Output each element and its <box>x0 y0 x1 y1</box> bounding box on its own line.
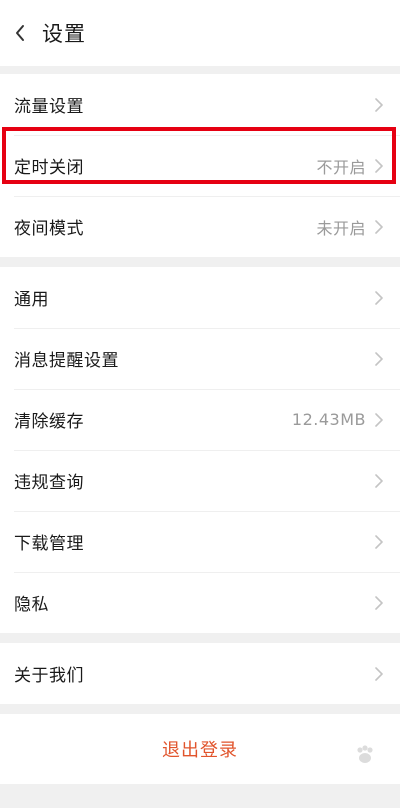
back-button[interactable] <box>0 0 40 66</box>
settings-group-2: 通用 消息提醒设置 清除缓存 12.43MB 违规查询 下载管理 隐私 <box>0 267 400 633</box>
chevron-right-icon <box>374 290 386 306</box>
row-clear-cache[interactable]: 清除缓存 12.43MB <box>0 389 400 450</box>
row-label: 违规查询 <box>14 473 84 493</box>
section-gap <box>0 66 400 74</box>
row-label: 关于我们 <box>14 666 84 686</box>
row-general[interactable]: 通用 <box>0 267 400 328</box>
top-bar: 设置 <box>0 0 400 66</box>
chevron-right-icon <box>374 351 386 367</box>
logout-section: 退出登录 <box>0 714 400 784</box>
baidu-watermark-logo <box>354 744 376 766</box>
row-download-management[interactable]: 下载管理 <box>0 511 400 572</box>
row-timed-close[interactable]: 定时关闭 不开启 <box>0 135 400 196</box>
bottom-strip <box>0 784 400 808</box>
row-privacy[interactable]: 隐私 <box>0 572 400 633</box>
row-label: 下载管理 <box>14 534 84 554</box>
chevron-right-icon <box>374 534 386 550</box>
row-label: 通用 <box>14 290 49 310</box>
section-gap <box>0 257 400 267</box>
row-label: 消息提醒设置 <box>14 351 119 371</box>
row-label: 隐私 <box>14 595 49 615</box>
paw-icon <box>357 745 373 763</box>
logout-button[interactable]: 退出登录 <box>162 736 238 762</box>
row-label: 定时关闭 <box>14 158 84 178</box>
row-traffic-settings[interactable]: 流量设置 <box>0 74 400 135</box>
cache-size-value: 12.43MB <box>291 410 366 429</box>
page-title: 设置 <box>42 22 86 46</box>
chevron-right-icon <box>374 473 386 489</box>
row-night-mode[interactable]: 夜间模式 未开启 <box>0 196 400 257</box>
chevron-right-icon <box>374 219 386 235</box>
settings-group-3: 关于我们 <box>0 643 400 704</box>
chevron-right-icon <box>374 158 386 174</box>
row-label: 夜间模式 <box>14 219 84 239</box>
chevron-left-icon <box>14 24 26 42</box>
row-label: 流量设置 <box>14 97 84 117</box>
row-about-us[interactable]: 关于我们 <box>0 643 400 704</box>
row-value: 未开启 <box>316 218 366 238</box>
chevron-right-icon <box>374 412 386 428</box>
section-gap <box>0 704 400 714</box>
chevron-right-icon <box>374 97 386 113</box>
row-notification-settings[interactable]: 消息提醒设置 <box>0 328 400 389</box>
section-gap <box>0 633 400 643</box>
row-violation-query[interactable]: 违规查询 <box>0 450 400 511</box>
chevron-right-icon <box>374 666 386 682</box>
row-value: 不开启 <box>316 157 366 177</box>
settings-group-1: 流量设置 定时关闭 不开启 夜间模式 未开启 <box>0 74 400 257</box>
row-label: 清除缓存 <box>14 412 84 432</box>
chevron-right-icon <box>374 595 386 611</box>
